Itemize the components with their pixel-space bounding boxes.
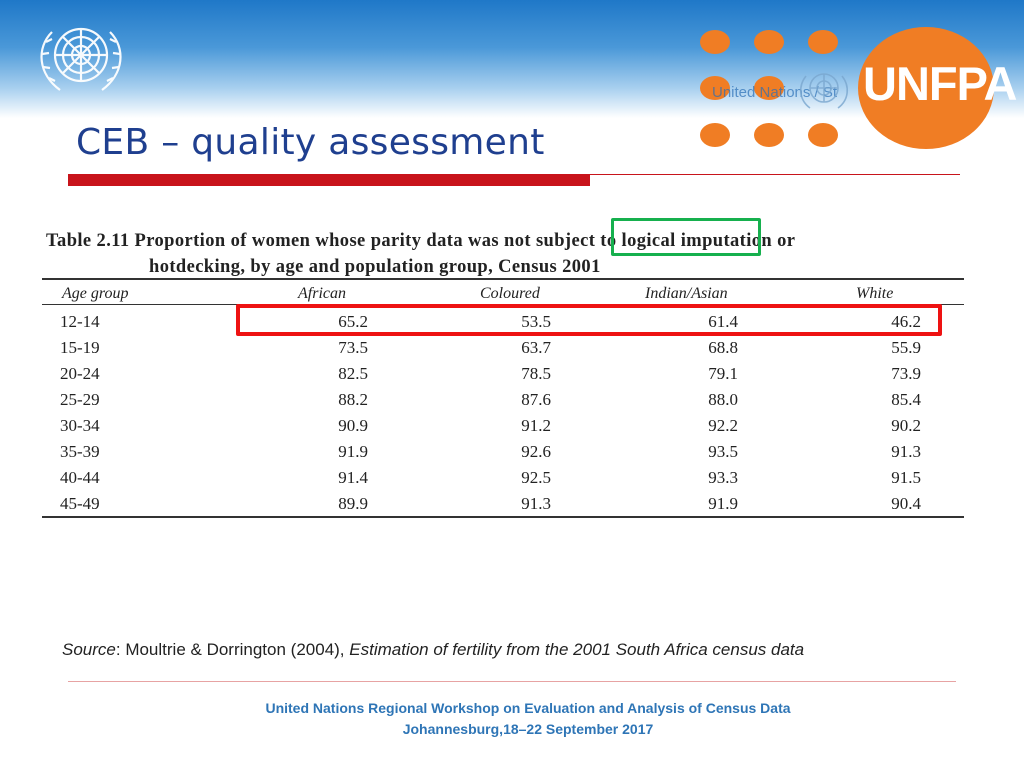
slide-title: CEB – quality assessment	[76, 122, 545, 163]
unfpa-dot	[808, 123, 838, 147]
table-cell-value: 82.5	[338, 364, 368, 383]
table-cell-value: 89.9	[338, 494, 368, 513]
table-cell-age-group: 12-14	[60, 312, 100, 331]
table-cell-value: 85.4	[891, 390, 921, 409]
source-citation: Source: Moultrie & Dorrington (2004), Es…	[62, 640, 804, 660]
table-cell-value: 91.9	[338, 442, 368, 461]
unfpa-dot	[754, 30, 784, 54]
table-caption: Table 2.11 Proportion of women whose par…	[46, 228, 986, 280]
column-header-age-group: Age group	[62, 285, 129, 302]
table-cell-value: 88.2	[338, 390, 368, 409]
highlight-not-subject-to	[611, 218, 761, 256]
table-top-rule	[42, 278, 964, 280]
table-cell-value: 79.1	[708, 364, 738, 383]
title-underline	[68, 174, 590, 186]
table-cell-value: 92.5	[521, 468, 551, 487]
un-small-emblem-icon	[800, 73, 848, 109]
table-cell-value: 90.9	[338, 416, 368, 435]
table-cell-value: 91.5	[891, 468, 921, 487]
footer: United Nations Regional Workshop on Eval…	[0, 698, 1024, 740]
table-cell-value: 93.5	[708, 442, 738, 461]
table-cell-value: 91.3	[521, 494, 551, 513]
column-header-white: White	[856, 285, 894, 302]
unfpa-dot	[700, 123, 730, 147]
table-cell-value: 78.5	[521, 364, 551, 383]
table-cell-value: 73.9	[891, 364, 921, 383]
table-cell-value: 73.5	[338, 338, 368, 357]
table-cell-age-group: 45-49	[60, 494, 100, 513]
un-emblem-icon	[40, 27, 122, 91]
table-cell-age-group: 15-19	[60, 338, 100, 357]
table-cell-value: 68.8	[708, 338, 738, 357]
source-label: Source	[62, 640, 116, 659]
highlight-row-12-14	[236, 304, 942, 336]
table-cell-value: 91.3	[891, 442, 921, 461]
unfpa-dot	[808, 30, 838, 54]
footer-line-1: United Nations Regional Workshop on Eval…	[265, 700, 791, 716]
table-caption-line1: Table 2.11 Proportion of women whose par…	[46, 231, 796, 251]
table-bottom-rule	[42, 516, 964, 518]
table-cell-value: 93.3	[708, 468, 738, 487]
table-cell-value: 91.2	[521, 416, 551, 435]
parity-table: Table 2.11 Proportion of women whose par…	[42, 228, 987, 520]
table-caption-line2: hotdecking, by age and population group,…	[149, 257, 601, 277]
footer-line-2: Johannesburg,18–22 September 2017	[402, 721, 654, 737]
source-authors: : Moultrie & Dorrington (2004),	[115, 640, 350, 659]
table-cell-value: 92.6	[521, 442, 551, 461]
column-header-indian-asian: Indian/Asian	[645, 285, 728, 302]
column-header-african: African	[298, 285, 346, 302]
table-cell-age-group: 30-34	[60, 416, 100, 435]
table-cell-value: 90.2	[891, 416, 921, 435]
table-cell-value: 55.9	[891, 338, 921, 357]
table-cell-value: 91.4	[338, 468, 368, 487]
table-cell-value: 91.9	[708, 494, 738, 513]
source-title: Estimation of fertility from the 2001 So…	[349, 640, 805, 659]
table-cell-age-group: 35-39	[60, 442, 100, 461]
title-underline-thin	[590, 174, 960, 175]
table-cell-value: 90.4	[891, 494, 921, 513]
table-cell-value: 88.0	[708, 390, 738, 409]
table-cell-age-group: 25-29	[60, 390, 100, 409]
unfpa-dot	[754, 123, 784, 147]
table-cell-value: 63.7	[521, 338, 551, 357]
footer-divider	[68, 681, 956, 682]
table-cell-age-group: 20-24	[60, 364, 100, 383]
table-cell-value: 92.2	[708, 416, 738, 435]
unfpa-dot	[700, 30, 730, 54]
unfpa-logo-text: UNFPA	[863, 57, 1017, 110]
table-cell-age-group: 40-44	[60, 468, 100, 487]
column-header-coloured: Coloured	[480, 285, 540, 302]
table-cell-value: 87.6	[521, 390, 551, 409]
